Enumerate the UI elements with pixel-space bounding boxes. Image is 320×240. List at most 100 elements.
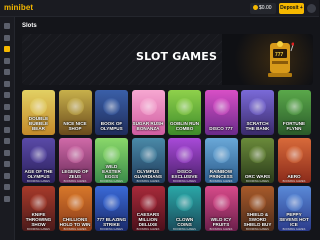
game-art	[66, 98, 84, 115]
info-icon[interactable]	[4, 184, 10, 190]
balance-value: $0.00	[259, 5, 272, 11]
top-bar: minibet $0.00 Deposit +	[0, 0, 319, 17]
game-art	[103, 146, 120, 163]
game-art	[176, 98, 193, 115]
game-title: PEPPY SEVENS HOT ICE	[279, 212, 309, 227]
game-title: CLOWN COINS	[175, 217, 194, 227]
game-art	[249, 194, 266, 211]
game-title: KNIFE THROWING SHOW	[25, 212, 52, 227]
balance-display[interactable]: $0.00	[250, 3, 276, 14]
game-title: SUGAR RUSH BONANZA	[132, 121, 164, 131]
game-provider: BOOMING GAMES	[136, 228, 160, 231]
game-tile[interactable]: SUGAR RUSH BONANZA	[131, 90, 165, 135]
game-art	[30, 194, 47, 211]
deposit-button[interactable]: Deposit +	[279, 3, 304, 14]
game-art	[30, 98, 47, 115]
game-tile[interactable]: CHILLIONS HOLD TO WIN BOOMING GAMES	[58, 186, 92, 231]
slot-machine-icon: 777	[268, 41, 294, 77]
game-tile[interactable]: LEGEND OF ZEUS BOOMING GAMES	[58, 138, 92, 183]
game-tile[interactable]: WILD ICY FRUITS BOOMING GAMES	[204, 186, 238, 231]
game-tile[interactable]: ORC WARS BOOMING GAMES	[241, 138, 274, 183]
coin-icon	[253, 5, 258, 11]
game-tile[interactable]: BOOK OF OLYMPUS	[95, 90, 128, 135]
sports-icon[interactable]	[4, 115, 10, 121]
settings-icon[interactable]	[4, 149, 10, 156]
game-provider: BOOMING GAMES	[282, 180, 306, 183]
game-title: OLYMPUS GUARDIANS	[134, 169, 162, 179]
game-tile[interactable]: CAESARS MILLION DELUXE BOOMING GAMES	[131, 186, 165, 231]
game-provider: BOOMING GAMES	[246, 180, 269, 183]
game-provider: BOOMING GAMES	[63, 180, 87, 183]
page-title: Slots	[22, 23, 37, 29]
slots-icon[interactable]	[4, 46, 10, 52]
game-art	[139, 98, 157, 115]
game-tile[interactable]: KNIFE THROWING SHOW BOOMING GAMES	[22, 186, 55, 231]
game-provider: BOOMING GAMES	[209, 180, 233, 183]
game-provider: BOOMING GAMES	[246, 228, 269, 231]
promotions-icon[interactable]	[4, 92, 10, 98]
game-tile[interactable]: DISCO EXCLUSIVE BOOMING GAMES	[168, 138, 201, 183]
language-icon[interactable]	[4, 161, 10, 167]
game-tile[interactable]: PEPPY SEVENS HOT ICE BOOMING GAMES	[277, 186, 311, 231]
game-provider: BOOMING GAMES	[100, 228, 123, 231]
game-tile[interactable]: RAINBOW PRINCESS BOOMING GAMES	[204, 138, 238, 183]
carousel-dots[interactable]	[160, 79, 192, 82]
game-tile[interactable]: DOUBLE BUBBLE BEAR	[22, 90, 55, 135]
game-tile[interactable]: OLYMPUS GUARDIANS BOOMING GAMES	[131, 138, 165, 183]
game-tile[interactable]: GOBLIN RUN COMBO	[168, 90, 201, 135]
game-title: LEGEND OF ZEUS	[61, 169, 89, 179]
live-icon[interactable]	[4, 57, 10, 64]
game-provider: BOOMING GAMES	[63, 228, 87, 231]
casino-icon[interactable]	[4, 34, 10, 41]
game-title: DISCO EXCLUSIVE	[171, 169, 198, 179]
vip-icon[interactable]	[4, 103, 10, 110]
logo[interactable]: minibet	[4, 3, 33, 12]
game-title: RAINBOW PRINCESS	[209, 169, 233, 179]
game-art	[103, 194, 120, 211]
home-icon[interactable]	[4, 23, 10, 29]
game-art	[66, 146, 84, 163]
help-icon[interactable]	[4, 172, 10, 179]
game-provider: BOOMING GAMES	[27, 180, 50, 183]
avatar[interactable]	[307, 4, 316, 13]
game-art	[212, 194, 230, 211]
promo-banner[interactable]: SLOT GAMES 777	[22, 34, 313, 85]
game-title: BOOK OF OLYMPUS	[100, 121, 123, 131]
game-art	[212, 146, 230, 163]
game-art	[66, 194, 84, 211]
game-art	[30, 146, 47, 163]
game-title: NICE NICE SHOP	[63, 121, 87, 131]
game-title: DISCO 777	[209, 126, 233, 131]
favorites-icon[interactable]	[4, 80, 10, 87]
game-title: CHILLIONS HOLD TO WIN	[59, 217, 91, 227]
chat-icon[interactable]	[4, 195, 10, 202]
game-art	[285, 194, 303, 211]
game-tile[interactable]: 777 BLAZING STRIKE BOOMING GAMES	[95, 186, 128, 231]
game-provider: BOOMING GAMES	[173, 180, 196, 183]
game-tile[interactable]: WILD EASTER EGGS BOOMING GAMES	[95, 138, 128, 183]
game-art	[249, 146, 266, 163]
game-tile[interactable]: AGE OF THE OLYMPUS BOOMING GAMES	[22, 138, 55, 183]
game-title: SHIELD & SWORD SHIELD BUY	[243, 212, 272, 227]
game-tile[interactable]: CLOWN COINS BOOMING GAMES	[168, 186, 201, 231]
game-tile[interactable]: SHIELD & SWORD SHIELD BUY BOOMING GAMES	[241, 186, 274, 231]
game-provider: BOOMING GAMES	[136, 180, 160, 183]
banner-title: SLOT GAMES	[136, 50, 218, 63]
game-tile[interactable]: DISCO 777	[204, 90, 238, 135]
game-tile[interactable]: SCRATCH THE BANK	[241, 90, 274, 135]
game-art	[176, 146, 193, 163]
game-art	[212, 98, 230, 115]
support-icon[interactable]	[4, 138, 10, 144]
table-games-icon[interactable]	[4, 69, 10, 75]
game-title: WILD ICY FRUITS	[210, 217, 232, 227]
game-art	[285, 146, 303, 163]
tournaments-icon[interactable]	[4, 126, 10, 133]
game-tile[interactable]: AERO BOOMING GAMES	[277, 138, 311, 183]
game-art	[285, 98, 303, 115]
game-tile[interactable]: FORTUNE FLYNN	[277, 90, 311, 135]
game-tile[interactable]: NICE NICE SHOP	[58, 90, 92, 135]
game-art	[139, 146, 157, 163]
game-title: WILD EASTER EGGS	[102, 164, 121, 179]
game-title: DOUBLE BUBBLE BEAR	[28, 116, 49, 131]
game-title: 777 BLAZING STRIKE	[96, 217, 127, 227]
